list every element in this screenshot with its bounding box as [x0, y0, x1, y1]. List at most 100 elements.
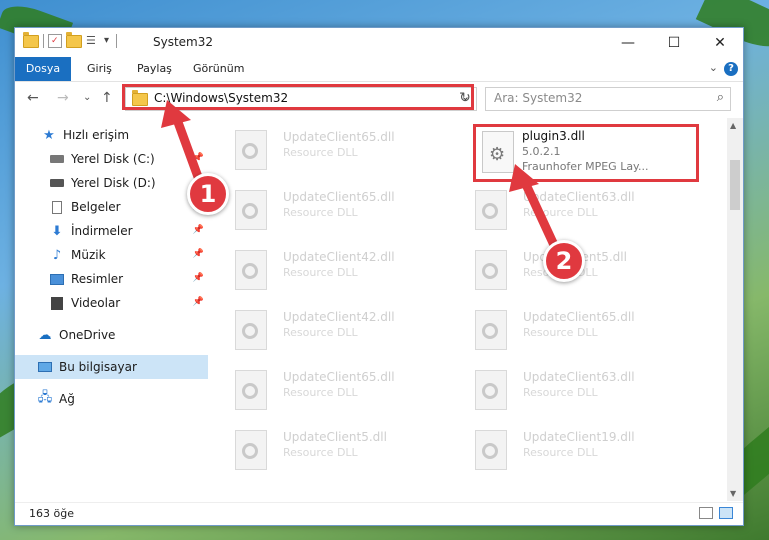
close-button[interactable]: ✕	[697, 28, 743, 57]
dll-file-icon	[235, 250, 267, 290]
window-title: System32	[153, 35, 214, 49]
search-icon[interactable]: ⌕	[717, 90, 724, 105]
plugin3-dll-item[interactable]: ⚙ plugin3.dll 5.0.2.1 Fraunhofer MPEG La…	[473, 124, 699, 182]
file-description: Resource DLL	[523, 446, 598, 459]
document-icon	[49, 199, 65, 215]
file-name: UpdateClient42.dll	[283, 250, 395, 264]
address-path[interactable]: C:\Windows\System32	[154, 91, 288, 105]
file-name: UpdateClient42.dll	[283, 310, 395, 324]
file-description: Resource DLL	[283, 266, 358, 279]
sidebar-item-pictures[interactable]: Resimler 📌	[15, 267, 208, 291]
list-item[interactable]: UpdateClient65.dll Resource DLL	[451, 306, 671, 356]
tab-file[interactable]: Dosya	[15, 57, 71, 81]
up-button[interactable]: ↑	[101, 90, 113, 106]
sidebar-item-label: Hızlı erişim	[63, 128, 130, 142]
maximize-button[interactable]: ☐	[651, 28, 697, 57]
gear-icon: ⚙	[489, 144, 506, 165]
search-placeholder: Ara: System32	[494, 91, 583, 105]
sidebar-item-label: Yerel Disk (C:)	[71, 152, 155, 166]
list-item[interactable]: UpdateClient65.dll Resource DLL	[211, 126, 431, 176]
file-name: UpdateClient63.dll	[523, 370, 635, 384]
pin-icon: 📌	[192, 249, 204, 259]
address-bar[interactable]: C:\Windows\System32 ⌄	[125, 87, 477, 111]
network-icon: 🖧	[37, 390, 53, 405]
pin-icon: 📌	[192, 297, 204, 307]
file-name: UpdateClient65.dll	[523, 310, 635, 324]
forward-button[interactable]: →	[57, 90, 69, 106]
chevron-down-icon[interactable]: ▾	[104, 34, 112, 48]
sidebar-item-label: Bu bilgisayar	[59, 360, 137, 374]
item-count: 163 öğe	[29, 507, 74, 520]
file-description: Resource DLL	[283, 446, 358, 459]
sidebar-item-network[interactable]: 🖧 Ağ	[15, 387, 208, 411]
dll-file-icon	[475, 430, 507, 470]
new-folder-icon[interactable]	[66, 31, 82, 48]
tab-share[interactable]: Paylaş	[137, 57, 172, 81]
vertical-scrollbar[interactable]: ▲ ▼	[727, 118, 743, 501]
chevron-down-icon[interactable]: ⌄	[709, 61, 718, 74]
sidebar-item-downloads[interactable]: ⬇ İndirmeler 📌	[15, 219, 208, 243]
scroll-up-icon[interactable]: ▲	[730, 121, 736, 130]
tab-home[interactable]: Giriş	[87, 57, 112, 81]
list-item[interactable]: UpdateClient42.dll Resource DLL	[211, 306, 431, 356]
minimize-button[interactable]: —	[605, 28, 651, 57]
list-item[interactable]: UpdateClient19.dll Resource DLL	[451, 426, 671, 476]
drive-icon	[49, 175, 65, 191]
list-item[interactable]: UpdateClient65.dll Resource DLL	[211, 186, 431, 236]
properties-icon[interactable]: ✓	[48, 34, 62, 48]
folder-icon	[132, 90, 148, 106]
dll-file-icon: ⚙	[482, 131, 514, 173]
dll-file-icon	[235, 430, 267, 470]
back-button[interactable]: ←	[27, 90, 39, 106]
tab-view[interactable]: Görünüm	[193, 57, 244, 81]
list-item[interactable]: UpdateClient5.dll Resource DLL	[211, 426, 431, 476]
file-name: UpdateClient63.dll	[523, 190, 635, 204]
sidebar-item-documents[interactable]: Belgeler 📌	[15, 195, 208, 219]
search-box[interactable]: Ara: System32 ⌕	[485, 87, 731, 111]
sidebar-item-local-disk-c[interactable]: Yerel Disk (C:) 📌	[15, 147, 208, 171]
star-icon: ★	[43, 127, 55, 143]
ribbon-tabs: Dosya Giriş Paylaş Görünüm ⌄ ?	[15, 57, 743, 82]
large-icons-view-icon[interactable]	[719, 507, 733, 519]
scrollbar-thumb[interactable]	[730, 160, 740, 210]
scroll-down-icon[interactable]: ▼	[730, 489, 736, 498]
sidebar-item-this-pc[interactable]: Bu bilgisayar	[15, 355, 208, 379]
sidebar-item-onedrive[interactable]: ☁ OneDrive	[15, 323, 208, 347]
drive-icon	[49, 151, 65, 167]
sidebar-item-music[interactable]: ♪ Müzik 📌	[15, 243, 208, 267]
sidebar-item-label: OneDrive	[59, 328, 116, 342]
status-bar: 163 öğe	[15, 502, 743, 525]
recent-locations-button[interactable]: ⌄	[83, 92, 91, 103]
quick-access-toolbar: ✓ ☰ ▾	[23, 31, 117, 48]
sidebar-item-label: Videolar	[71, 296, 121, 310]
pin-icon: 📌	[192, 273, 204, 283]
customize-icon[interactable]: ☰	[86, 34, 100, 48]
file-description: Resource DLL	[283, 206, 358, 219]
list-item[interactable]: UpdateClient63.dll Resource DLL	[451, 186, 671, 236]
help-icon[interactable]: ?	[724, 62, 738, 76]
file-name: plugin3.dll	[522, 129, 585, 143]
refresh-button[interactable]: ↻	[455, 86, 475, 110]
sidebar-item-label: Müzik	[71, 248, 106, 262]
details-view-icon[interactable]	[699, 507, 713, 519]
download-icon: ⬇	[51, 223, 63, 239]
folder-icon	[23, 31, 39, 48]
sidebar-item-local-disk-d[interactable]: Yerel Disk (D:) 📌	[15, 171, 208, 195]
pin-icon: 📌	[192, 225, 204, 235]
file-name: UpdateClient5.dll	[283, 430, 387, 444]
dll-file-icon	[235, 190, 267, 230]
music-icon: ♪	[52, 247, 62, 263]
sidebar-item-label: Belgeler	[71, 200, 121, 214]
file-description: Resource DLL	[283, 326, 358, 339]
file-description: Resource DLL	[523, 326, 598, 339]
list-item[interactable]: UpdateClient65.dll Resource DLL	[211, 366, 431, 416]
file-version: 5.0.2.1	[522, 145, 561, 158]
sidebar-item-quick-access[interactable]: ★ Hızlı erişim	[15, 123, 208, 147]
title-bar: ✓ ☰ ▾ System32 — ☐ ✕	[15, 28, 743, 57]
sidebar-item-label: Ağ	[59, 392, 75, 406]
navigation-pane: ★ Hızlı erişim Yerel Disk (C:) 📌 Yerel D…	[15, 121, 210, 501]
sidebar-item-videos[interactable]: Videolar 📌	[15, 291, 208, 315]
file-name: UpdateClient65.dll	[283, 130, 395, 144]
list-item[interactable]: UpdateClient63.dll Resource DLL	[451, 366, 671, 416]
list-item[interactable]: UpdateClient42.dll Resource DLL	[211, 246, 431, 296]
